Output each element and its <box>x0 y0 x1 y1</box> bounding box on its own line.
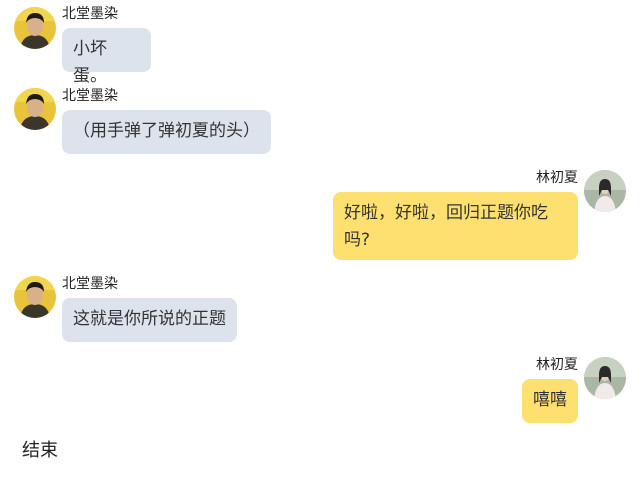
end-label: 结束 <box>22 440 58 461</box>
sender-name: 北堂墨染 <box>62 6 118 22</box>
message-bubble[interactable]: （用手弹了弹初夏的头） <box>62 110 271 154</box>
sender-name: 林初夏 <box>536 170 578 186</box>
male-avatar-icon[interactable] <box>14 88 56 130</box>
message-bubble[interactable]: 这就是你所说的正题 <box>62 298 237 342</box>
sender-name: 北堂墨染 <box>62 276 118 292</box>
male-avatar-icon[interactable] <box>14 7 56 49</box>
message-bubble[interactable]: 小坏蛋。 <box>62 28 151 86</box>
sender-name: 北堂墨染 <box>62 88 118 104</box>
message-bubble[interactable]: 好啦，好啦，回归正题你吃吗? <box>333 192 578 260</box>
sender-name: 林初夏 <box>536 357 578 373</box>
female-avatar-icon[interactable] <box>584 170 626 212</box>
message-bubble[interactable]: 嘻嘻 <box>522 379 578 423</box>
male-avatar-icon[interactable] <box>14 276 56 318</box>
female-avatar-icon[interactable] <box>584 357 626 399</box>
